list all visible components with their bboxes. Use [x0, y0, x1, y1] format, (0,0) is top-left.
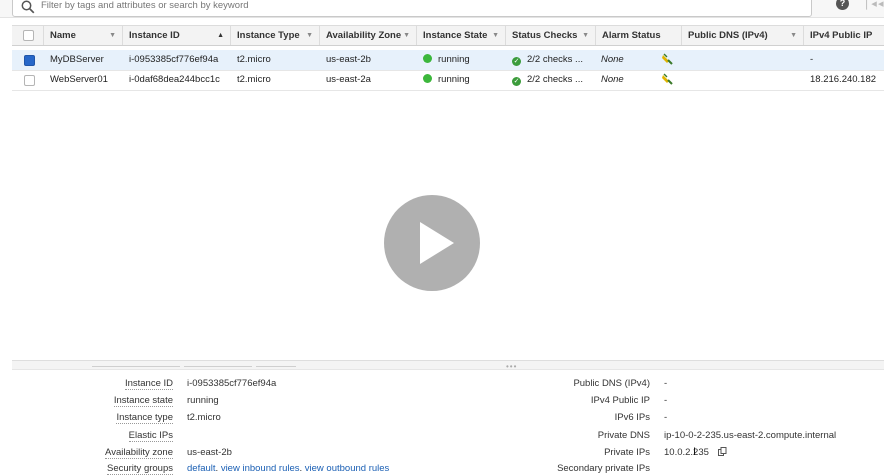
row-checkbox[interactable] — [24, 75, 35, 86]
detail-label: Private DNS — [597, 430, 650, 441]
sort-icon: ▼ — [582, 32, 589, 39]
instances-table-header: Name ▼ Instance ID ▲ Instance Type ▼ Availa… — [12, 25, 884, 46]
sort-ascending-icon: ▲ — [217, 32, 224, 39]
alarm-status: None — [601, 74, 624, 85]
column-header-instance-type[interactable]: Instance Type ▼ — [231, 26, 320, 45]
prev-page-icon[interactable]: ◂ — [878, 0, 884, 10]
text-cursor-icon: I — [693, 446, 697, 458]
status-checks[interactable]: ✓ 2/2 checks ... — [512, 50, 583, 70]
column-header-instance-state[interactable]: Instance State ▼ — [417, 26, 506, 45]
sort-icon: ▼ — [306, 32, 313, 39]
select-all-checkbox[interactable] — [23, 30, 34, 41]
detail-instance-type: t2.micro — [187, 412, 221, 423]
status-check-icon: ✓ — [512, 77, 521, 86]
detail-instance-state: running — [187, 395, 219, 406]
alarm-bell-icon[interactable] — [661, 73, 673, 85]
filter-bar: ? ❘◂ ◂ — [0, 0, 884, 18]
copy-icon[interactable] — [717, 447, 727, 456]
instance-id: i-0953385cf776ef94a — [129, 54, 219, 65]
running-status-icon — [423, 54, 432, 63]
search-input[interactable] — [41, 0, 741, 12]
row-checkbox[interactable] — [24, 55, 35, 66]
detail-label: IPv4 Public IP — [590, 395, 650, 406]
status-checks[interactable]: ✓ 2/2 checks ... — [512, 70, 583, 90]
instance-name: MyDBServer — [50, 54, 104, 65]
sort-icon: ▼ — [790, 32, 797, 39]
column-header-availability-zone[interactable]: Availability Zone ▼ — [320, 26, 417, 45]
help-icon[interactable]: ? — [836, 0, 849, 10]
alarm-status: None — [601, 54, 624, 65]
column-header-ipv4-public-ip[interactable]: IPv4 Public IP — [804, 26, 884, 45]
instance-type: t2.micro — [237, 74, 271, 85]
column-header-alarm-status[interactable]: Alarm Status — [596, 26, 682, 45]
column-header-instance-id[interactable]: Instance ID ▲ — [123, 26, 231, 45]
running-status-icon — [423, 74, 432, 83]
instance-state: running — [423, 50, 470, 70]
detail-public-dns: - — [664, 378, 668, 389]
detail-label: Public DNS (IPv4) — [573, 378, 650, 389]
instance-type: t2.micro — [237, 54, 271, 65]
status-check-icon: ✓ — [512, 57, 521, 66]
search-icon — [21, 0, 35, 14]
detail-instance-id: i-0953385cf776ef94a — [187, 378, 277, 389]
availability-zone: us-east-2b — [326, 54, 371, 65]
table-row[interactable]: MyDBServer i-0953385cf776ef94a t2.micro … — [12, 50, 884, 71]
ipv4-public-ip: - — [810, 54, 814, 65]
detail-ipv6-ips: - — [664, 412, 668, 423]
detail-label: Instance state — [113, 395, 173, 407]
details-tab-stub[interactable] — [92, 366, 180, 370]
detail-ipv4-public-ip: - — [664, 395, 668, 406]
detail-label: Private IPs — [604, 447, 650, 458]
video-play-button[interactable] — [384, 195, 480, 291]
detail-private-dns: ip-10-0-2-235.us-east-2.compute.internal — [664, 430, 837, 441]
play-icon — [420, 222, 454, 264]
instance-state: running — [423, 70, 470, 90]
detail-label: Instance ID — [124, 378, 173, 390]
first-page-icon[interactable]: ❘◂ — [862, 0, 877, 10]
column-header-public-dns[interactable]: Public DNS (IPv4) ▼ — [682, 26, 804, 45]
pane-splitter[interactable]: ••• — [12, 360, 884, 371]
details-tab-stub[interactable] — [184, 366, 252, 370]
detail-availability-zone: us-east-2b — [187, 447, 232, 458]
ipv4-public-ip: 18.216.240.182 — [810, 74, 877, 85]
table-row[interactable]: WebServer01 i-0daf68dea244bcc1c t2.micro… — [12, 70, 884, 91]
alarm-bell-cell[interactable] — [661, 73, 673, 87]
alarm-bell-cell[interactable] — [661, 53, 673, 67]
availability-zone: us-east-2a — [326, 74, 371, 85]
column-header-name[interactable]: Name ▼ — [44, 26, 123, 45]
instance-id: i-0daf68dea244bcc1c — [129, 74, 220, 85]
search-box[interactable] — [12, 0, 812, 17]
sort-icon: ▼ — [492, 32, 499, 39]
details-tab-stub[interactable] — [256, 366, 296, 370]
instance-name: WebServer01 — [50, 74, 108, 85]
select-all-cell — [12, 26, 44, 45]
detail-label: Instance type — [116, 412, 173, 424]
detail-label: Elastic IPs — [128, 430, 173, 442]
alarm-bell-icon[interactable] — [661, 53, 673, 65]
detail-label: IPv6 IPs — [614, 412, 650, 423]
drag-handle-icon[interactable]: ••• — [506, 362, 517, 371]
column-header-status-checks[interactable]: Status Checks ▼ — [506, 26, 596, 45]
detail-label: Availability zone — [105, 447, 173, 459]
sort-icon: ▼ — [109, 32, 116, 39]
sort-icon: ▼ — [403, 32, 410, 39]
